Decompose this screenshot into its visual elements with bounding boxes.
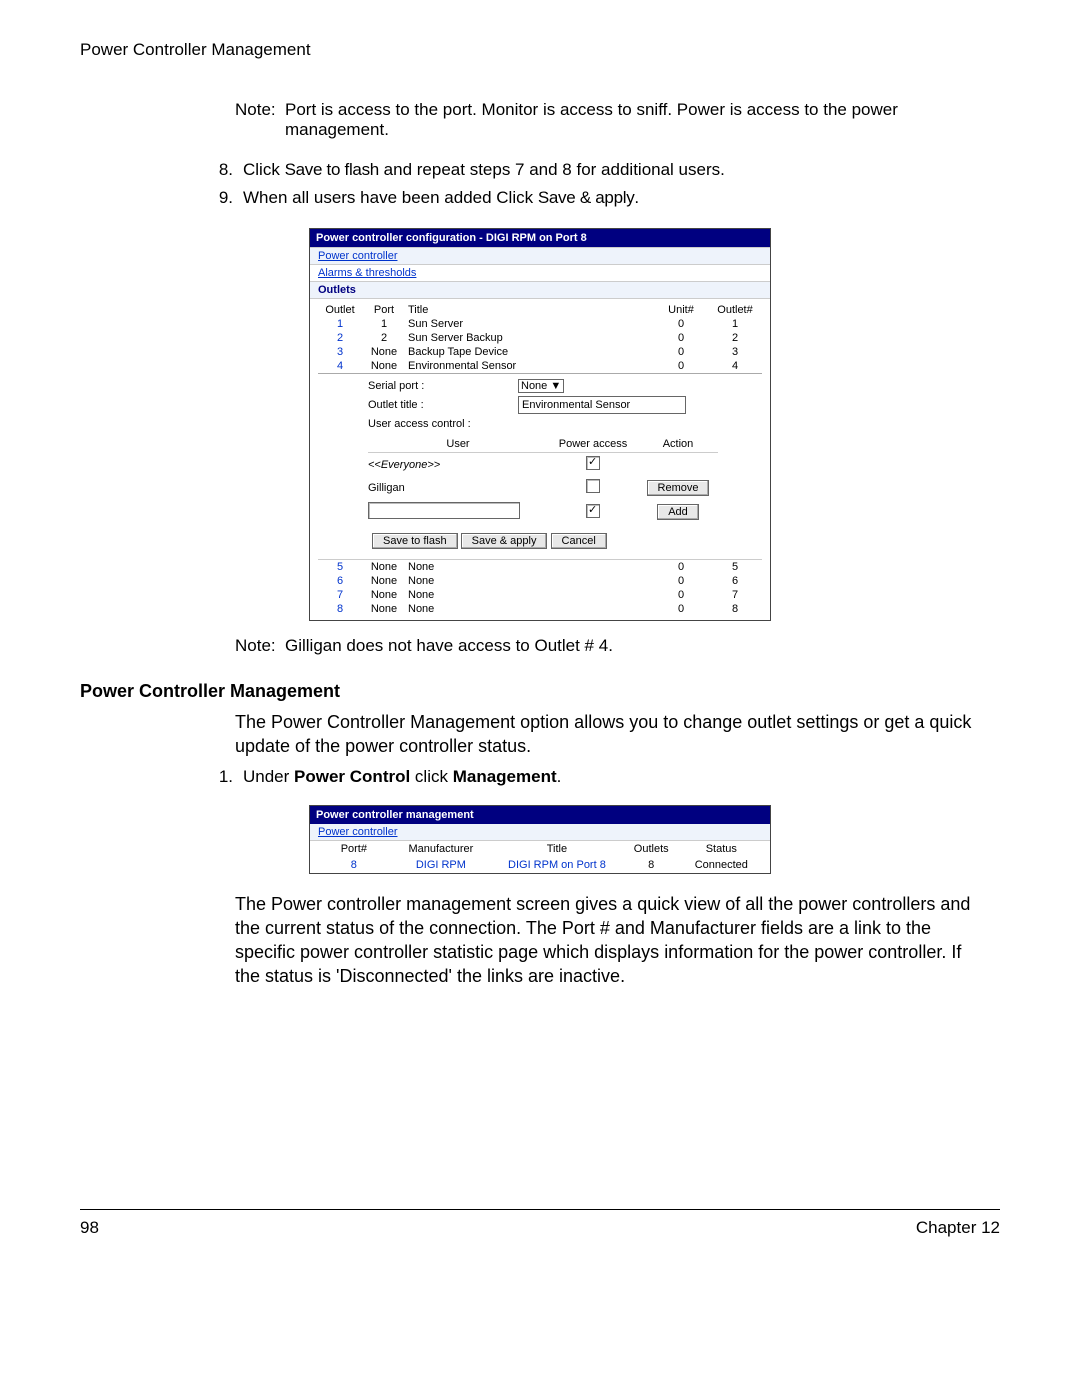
running-head: Power Controller Management (80, 40, 1000, 60)
note-text: Port is access to the port. Monitor is a… (285, 100, 980, 140)
chapter-label: Chapter 12 (916, 1218, 1000, 1238)
nav-power-controller[interactable]: Power controller (318, 826, 397, 838)
outlet-row[interactable]: 5 None None 0 5 (318, 560, 762, 575)
col-outletn: Outlet# (708, 303, 762, 317)
user-col-head: User (368, 436, 548, 453)
nav-outlets: Outlets (318, 284, 356, 296)
remove-button[interactable]: Remove (647, 480, 710, 496)
outlet-title-label: Outlet title : (368, 399, 518, 411)
config-screenshot: Power controller configuration - DIGI RP… (309, 228, 771, 621)
outlet-title-input[interactable] (518, 396, 686, 414)
poweraccess-checkbox[interactable] (586, 504, 600, 518)
poweraccess-col-head: Power access (548, 436, 638, 453)
col-port: Port (362, 303, 406, 317)
nav-alarms-thresholds[interactable]: Alarms & thresholds (318, 267, 416, 279)
step-number: 8. (205, 160, 243, 180)
user-name: Gilligan (368, 479, 548, 497)
management-screenshot: Power controller management Power contro… (309, 805, 771, 874)
user-everyone: <<Everyone>> (368, 456, 548, 474)
outlet-row[interactable]: 6 None None 0 6 (318, 574, 762, 588)
body-paragraph: The Power Controller Management option a… (235, 710, 980, 759)
action-col-head: Action (638, 436, 718, 453)
manufacturer-link[interactable]: DIGI RPM (388, 859, 494, 871)
outlet-row[interactable]: 4 None Environmental Sensor 0 4 (318, 359, 762, 373)
col-port: Port# (320, 843, 388, 855)
note-label: Note: (235, 636, 285, 656)
body-paragraph: The Power controller management screen g… (235, 892, 980, 989)
port-link[interactable]: 8 (320, 859, 388, 871)
step-text: Click Save to flash and repeat steps 7 a… (243, 160, 725, 180)
col-title: Title (406, 303, 654, 317)
section-heading: Power Controller Management (80, 681, 1000, 702)
controller-row: 8 DIGI RPM DIGI RPM on Port 8 8 Connecte… (310, 857, 770, 873)
note-text: Gilligan does not have access to Outlet … (285, 636, 980, 656)
page-number: 98 (80, 1218, 99, 1238)
step-text: Under Power Control click Management. (243, 767, 561, 787)
uac-label: User access control : (368, 418, 471, 430)
outlet-row[interactable]: 1 1 Sun Server 0 1 (318, 317, 762, 331)
nav-power-controller[interactable]: Power controller (318, 250, 397, 262)
add-button[interactable]: Add (657, 504, 699, 520)
serial-port-select[interactable]: None ▼ (518, 379, 564, 393)
user-input[interactable] (368, 502, 520, 519)
title-link[interactable]: DIGI RPM on Port 8 (494, 859, 620, 871)
poweraccess-checkbox[interactable] (586, 456, 600, 470)
col-manufacturer: Manufacturer (388, 843, 494, 855)
outlet-row[interactable]: 7 None None 0 7 (318, 588, 762, 602)
col-unit: Unit# (654, 303, 708, 317)
col-title: Title (494, 843, 620, 855)
col-outlet: Outlet (318, 303, 362, 317)
poweraccess-checkbox[interactable] (586, 479, 600, 493)
save-apply-button[interactable]: Save & apply (461, 533, 548, 549)
serial-port-label: Serial port : (368, 380, 518, 392)
note-label: Note: (235, 100, 285, 140)
cancel-button[interactable]: Cancel (551, 533, 607, 549)
step-number: 9. (205, 188, 243, 208)
outlet-row[interactable]: 3 None Backup Tape Device 0 3 (318, 345, 762, 359)
step-text: When all users have been added Click Sav… (243, 188, 639, 208)
col-outlets: Outlets (620, 843, 683, 855)
window-title: Power controller configuration - DIGI RP… (310, 229, 770, 247)
status-value: Connected (683, 859, 760, 871)
outlet-row[interactable]: 8 None None 0 8 (318, 602, 762, 616)
window-title: Power controller management (310, 806, 770, 824)
save-to-flash-button[interactable]: Save to flash (372, 533, 458, 549)
outlets-value: 8 (620, 859, 683, 871)
step-number: 1. (205, 767, 243, 787)
col-status: Status (683, 843, 760, 855)
outlet-row[interactable]: 2 2 Sun Server Backup 0 2 (318, 331, 762, 345)
